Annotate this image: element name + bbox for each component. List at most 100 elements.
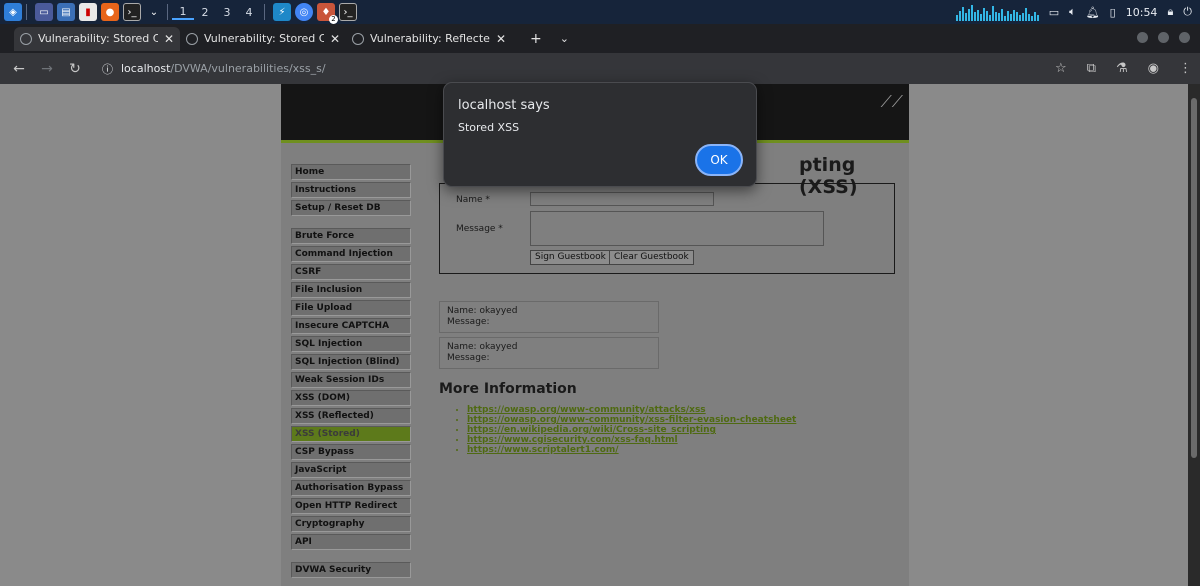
extensions-icon[interactable]: ⧉	[1087, 61, 1096, 76]
reference-link[interactable]: https://owasp.org/www-community/xss-filt…	[467, 415, 899, 425]
cpu-graph-bar	[964, 13, 967, 21]
firefox-icon[interactable]: ●	[101, 3, 119, 21]
reference-link[interactable]: https://www.cgisecurity.com/xss-faq.html	[467, 435, 899, 445]
window-icon[interactable]: ▭	[1049, 6, 1059, 19]
menu-item-home[interactable]: Home	[291, 164, 411, 180]
site-info-icon[interactable]: ⓘ	[102, 61, 113, 77]
workspace-4[interactable]: 4	[238, 6, 260, 19]
dvwa-logo-icon: ⟋⟋	[880, 92, 903, 111]
workspace-2[interactable]: 2	[194, 6, 216, 19]
page-scrollbar[interactable]	[1188, 84, 1200, 586]
menu-item-file-upload[interactable]: File Upload	[291, 300, 411, 316]
new-tab-icon[interactable]: +	[530, 31, 542, 47]
menu-item-xss-stored[interactable]: XSS (Stored)	[291, 426, 411, 442]
lock-icon[interactable]: 🔒︎	[1167, 5, 1173, 19]
entry-name: Name: okayyed	[447, 306, 518, 316]
bookmark-star-icon[interactable]: ☆	[1055, 61, 1067, 76]
menu-item-xss-dom[interactable]: XSS (DOM)	[291, 390, 411, 406]
menu-item-authorisation-bypass[interactable]: Authorisation Bypass	[291, 480, 411, 496]
file-manager-icon[interactable]: ▤	[57, 3, 75, 21]
reference-link[interactable]: https://www.scriptalert1.com/	[467, 445, 899, 455]
labs-flask-icon[interactable]: ⚗	[1116, 61, 1128, 76]
menu-item-sql-injection[interactable]: SQL Injection	[291, 336, 411, 352]
chrome-icon[interactable]: ◎	[295, 3, 313, 21]
clock[interactable]: 10:54	[1126, 6, 1158, 19]
power-icon[interactable]: ⏻	[1183, 5, 1192, 19]
browser-tab[interactable]: Vulnerability: Stored Cro ✕	[14, 26, 180, 51]
menu-item-dvwa-security[interactable]: DVWA Security	[291, 562, 411, 578]
menu-item-command-injection[interactable]: Command Injection	[291, 246, 411, 262]
terminal-small-icon[interactable]: ›_	[339, 3, 357, 21]
cpu-graph-bar	[976, 10, 979, 21]
burp-icon[interactable]: ⚡	[273, 3, 291, 21]
sign-guestbook-button[interactable]: Sign Guestbook	[530, 250, 611, 265]
close-tab-icon[interactable]: ✕	[496, 32, 506, 46]
tab-title: Vulnerability: Stored Cro	[38, 32, 158, 45]
cpu-graph-bar	[1015, 12, 1018, 21]
menu-group: Home Instructions Setup / Reset DB	[291, 164, 411, 216]
notification-bell-icon[interactable]: 🔔︎	[1086, 6, 1100, 19]
document-icon[interactable]: ▮	[79, 3, 97, 21]
back-arrow-icon[interactable]: ←	[6, 61, 32, 77]
cpu-graph-bar	[994, 12, 997, 21]
browser-tabstrip: Vulnerability: Stored Cro ✕ Vulnerabilit…	[0, 24, 1200, 53]
terminal-icon[interactable]: ›_	[123, 3, 141, 21]
cpu-graph-bar	[958, 11, 961, 21]
menu-item-weak-session-ids[interactable]: Weak Session IDs	[291, 372, 411, 388]
browser-tab[interactable]: Vulnerability: Reflected C ✕	[346, 27, 512, 51]
minimize-button[interactable]	[1137, 32, 1148, 43]
cpu-graph-bar	[973, 12, 976, 21]
cpu-graph-bar	[1036, 15, 1039, 21]
menu-item-csp-bypass[interactable]: CSP Bypass	[291, 444, 411, 460]
menu-item-setup-reset-db[interactable]: Setup / Reset DB	[291, 200, 411, 216]
message-textarea[interactable]	[530, 211, 824, 246]
start-menu-icon[interactable]: ◈	[4, 3, 22, 21]
menu-item-xss-reflected[interactable]: XSS (Reflected)	[291, 408, 411, 424]
cpu-graph-bar	[1024, 8, 1027, 21]
close-tab-icon[interactable]: ✕	[164, 32, 174, 46]
close-tab-icon[interactable]: ✕	[330, 32, 340, 46]
workspace-3[interactable]: 3	[216, 6, 238, 19]
reference-link[interactable]: https://owasp.org/www-community/attacks/…	[467, 405, 899, 415]
tab-title: Vulnerability: Stored Cro	[204, 32, 324, 45]
tab-search-chevron-icon[interactable]: ⌄	[560, 32, 569, 45]
menu-item-cryptography[interactable]: Cryptography	[291, 516, 411, 532]
guestbook-entries: Name: okayyed Message: Name: okayyed Mes…	[439, 301, 899, 369]
maximize-button[interactable]	[1158, 32, 1169, 43]
taskbar-separator	[167, 4, 168, 20]
menu-item-sql-injection-blind[interactable]: SQL Injection (Blind)	[291, 354, 411, 370]
dialog-ok-button[interactable]: OK	[695, 144, 743, 176]
menu-group: DVWA Security	[291, 562, 411, 578]
chevron-down-icon[interactable]: ⌄	[145, 3, 163, 21]
menu-item-javascript[interactable]: JavaScript	[291, 462, 411, 478]
menu-item-open-http-redirect[interactable]: Open HTTP Redirect	[291, 498, 411, 514]
forward-arrow-icon[interactable]: →	[34, 61, 60, 77]
address-bar[interactable]: ⓘ localhost/DVWA/vulnerabilities/xss_s/	[102, 61, 326, 77]
entry-name: Name: okayyed	[447, 342, 518, 352]
reload-icon[interactable]: ↻	[62, 61, 88, 77]
dialog-title: localhost says	[458, 98, 550, 113]
close-window-button[interactable]	[1179, 32, 1190, 43]
more-information-heading: More Information	[439, 381, 577, 397]
battery-icon[interactable]: ▯	[1110, 6, 1116, 19]
kebab-menu-icon[interactable]: ⋮	[1179, 61, 1192, 76]
menu-item-brute-force[interactable]: Brute Force	[291, 228, 411, 244]
volume-icon[interactable]: 🔈︎	[1069, 5, 1076, 19]
menu-item-file-inclusion[interactable]: File Inclusion	[291, 282, 411, 298]
cpu-graph-bar	[1018, 15, 1021, 21]
desktop-icon[interactable]: ▭	[35, 3, 53, 21]
menu-item-csrf[interactable]: CSRF	[291, 264, 411, 280]
scrollbar-thumb[interactable]	[1191, 98, 1197, 458]
tab-favicon-icon	[20, 32, 32, 45]
menu-item-instructions[interactable]: Instructions	[291, 182, 411, 198]
reference-link[interactable]: https://en.wikipedia.org/wiki/Cross-site…	[467, 425, 899, 435]
cpu-graph-bar	[1030, 16, 1033, 21]
browser-tab[interactable]: Vulnerability: Stored Cro ✕	[180, 27, 346, 51]
name-input[interactable]	[530, 192, 714, 206]
profile-icon[interactable]: ◉	[1148, 61, 1159, 76]
app-badge-icon[interactable]: ♦ 2	[317, 3, 338, 24]
menu-item-insecure-captcha[interactable]: Insecure CAPTCHA	[291, 318, 411, 334]
menu-item-api[interactable]: API	[291, 534, 411, 550]
workspace-1[interactable]: 1	[172, 5, 194, 20]
clear-guestbook-button[interactable]: Clear Guestbook	[609, 250, 694, 265]
